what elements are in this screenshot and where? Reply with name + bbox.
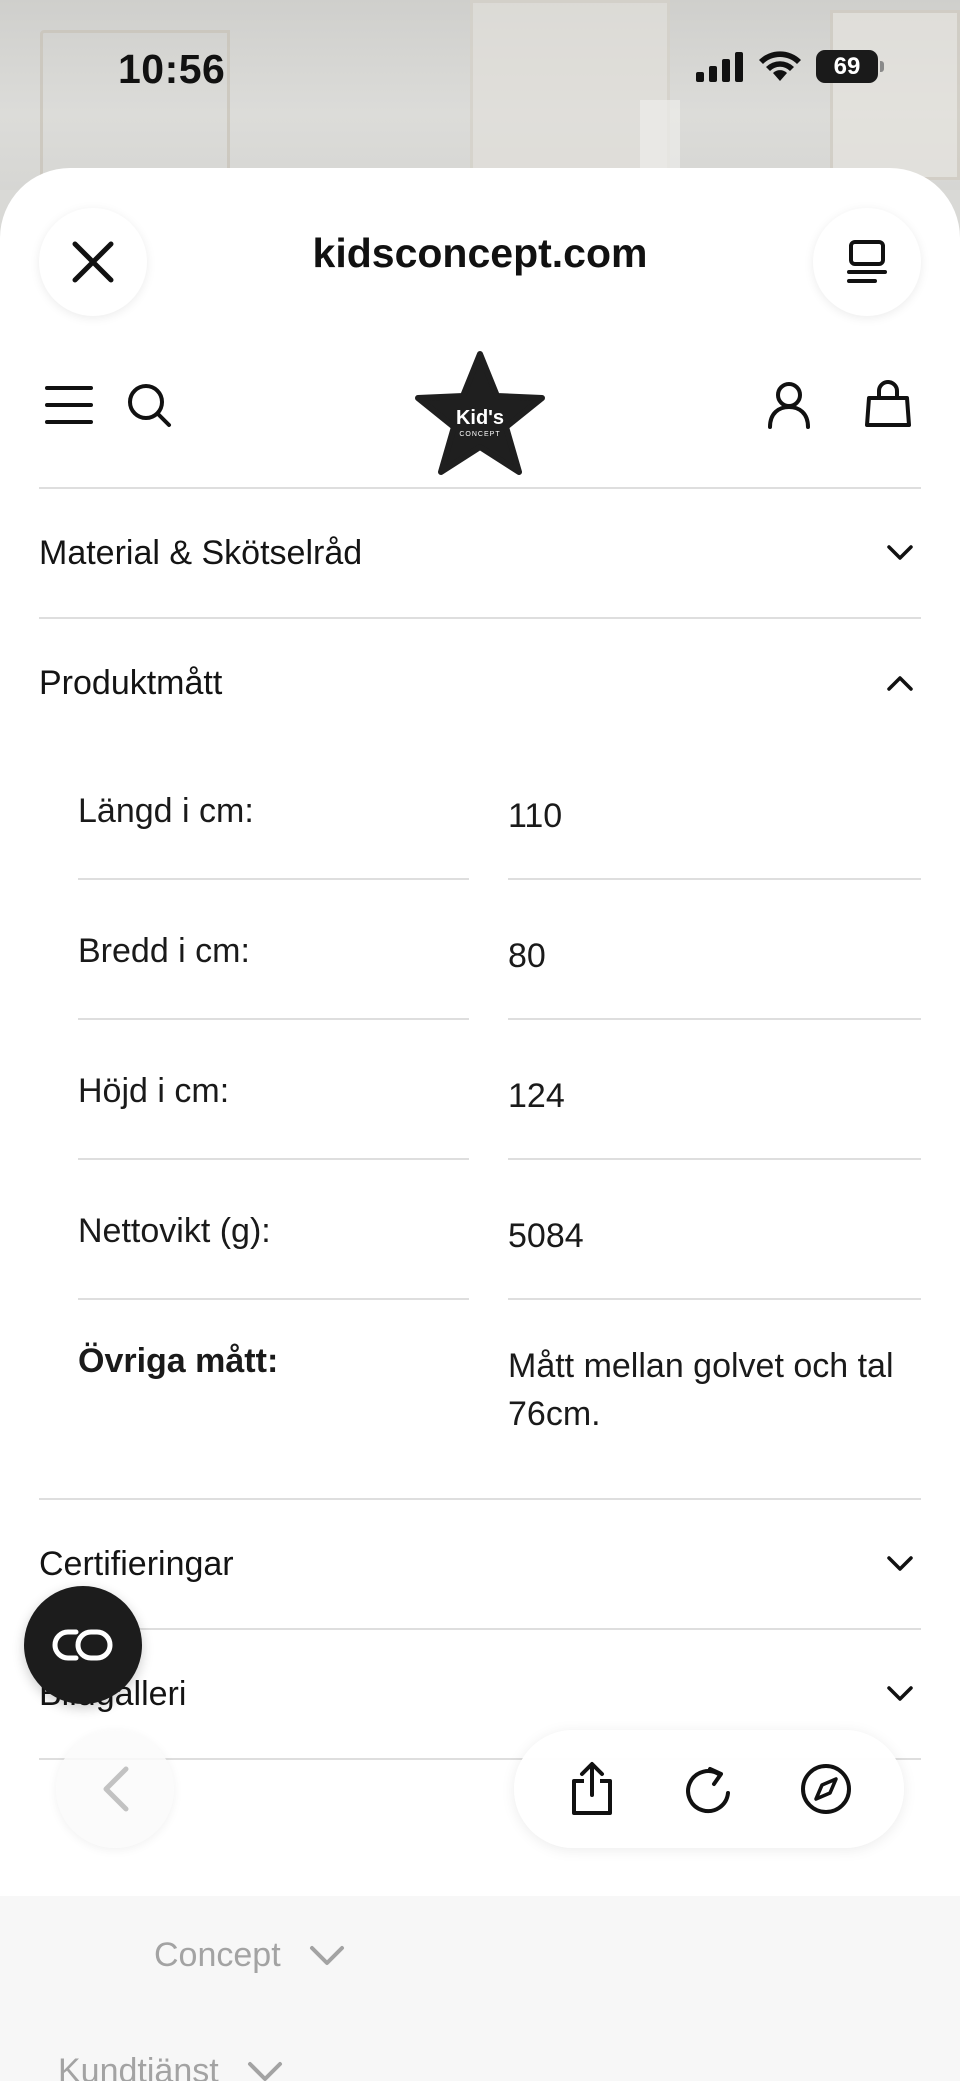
spec-row: Nettovikt (g): 5084 [78,1160,921,1300]
logo-text: Kid's [456,407,504,429]
footer-kundtjanst-link[interactable]: Kundtjänst [58,2052,283,2081]
footer-kundtjanst-label: Kundtjänst [58,2052,219,2081]
chat-icon [52,1629,113,1661]
kids-concept-logo[interactable]: Kid's CONCEPT [414,350,546,478]
accordion-label: Produktmått [39,663,223,702]
accordion-produktmatt[interactable]: Produktmått [39,619,921,747]
spec-key: Längd i cm: [78,792,254,830]
footer-about-label: Concept [154,1936,281,1974]
spec-row: Höjd i cm: 124 [78,1020,921,1160]
back-button[interactable] [56,1730,174,1848]
spec-table: Längd i cm: 110 Bredd i cm: 80 Höjd i cm… [78,740,921,1510]
browser-toolbar [514,1730,904,1848]
account-icon[interactable] [762,378,816,432]
accordion-material[interactable]: Material & Skötselråd [39,489,921,617]
reload-button[interactable] [674,1754,744,1824]
share-icon [572,1762,613,1815]
battery-indicator: 69 [816,50,884,83]
spec-row: Bredd i cm: 80 [78,880,921,1020]
spec-value: Mått mellan golvet och tal 76cm. [508,1347,894,1433]
spec-key: Övriga mått: [78,1342,279,1380]
chevron-down-icon [883,1547,917,1581]
shopping-bag-icon[interactable] [860,376,916,432]
logo-subtext: CONCEPT [459,431,500,438]
status-icons: 69 [696,50,884,83]
search-icon[interactable] [124,380,174,430]
spec-row: Längd i cm: 110 [78,740,921,880]
accordion-label: Certifieringar [39,1544,234,1583]
signal-icon [696,51,743,82]
spec-value: 124 [508,1077,565,1115]
chevron-down-icon [883,1677,917,1711]
chevron-down-icon [883,536,917,570]
chevron-down-icon [247,2061,282,2081]
chevron-left-icon [103,1766,129,1812]
chat-button[interactable] [24,1586,142,1704]
spec-key: Höjd i cm: [78,1072,230,1110]
status-time: 10:56 [118,46,226,92]
wifi-icon [759,50,801,81]
accordion-label: Material & Skötselråd [39,533,363,572]
spec-value: 80 [508,937,546,975]
reader-button[interactable] [813,208,921,316]
chevron-up-icon [883,666,917,700]
share-button[interactable] [557,1754,627,1824]
spec-key: Bredd i cm: [78,932,250,970]
footer-about-link[interactable]: Concept [154,1936,345,1975]
reload-icon [686,1767,730,1814]
spec-key: Nettovikt (g): [78,1212,271,1250]
reader-icon [847,240,887,283]
spec-row: Övriga mått: Mått mellan golvet och tal … [78,1300,921,1510]
accordion-certifieringar[interactable]: Certifieringar [39,1500,921,1628]
site-footer: Concept Kundtjänst [0,1896,960,2081]
compass-button[interactable] [791,1754,861,1824]
spec-value: 110 [508,797,563,835]
menu-icon[interactable] [44,383,94,427]
spec-value: 5084 [508,1217,584,1255]
status-bar: 10:56 69 [0,0,960,140]
site-header: Kid's CONCEPT [0,338,960,488]
chevron-down-icon [309,1945,344,1965]
compass-icon [800,1764,851,1814]
